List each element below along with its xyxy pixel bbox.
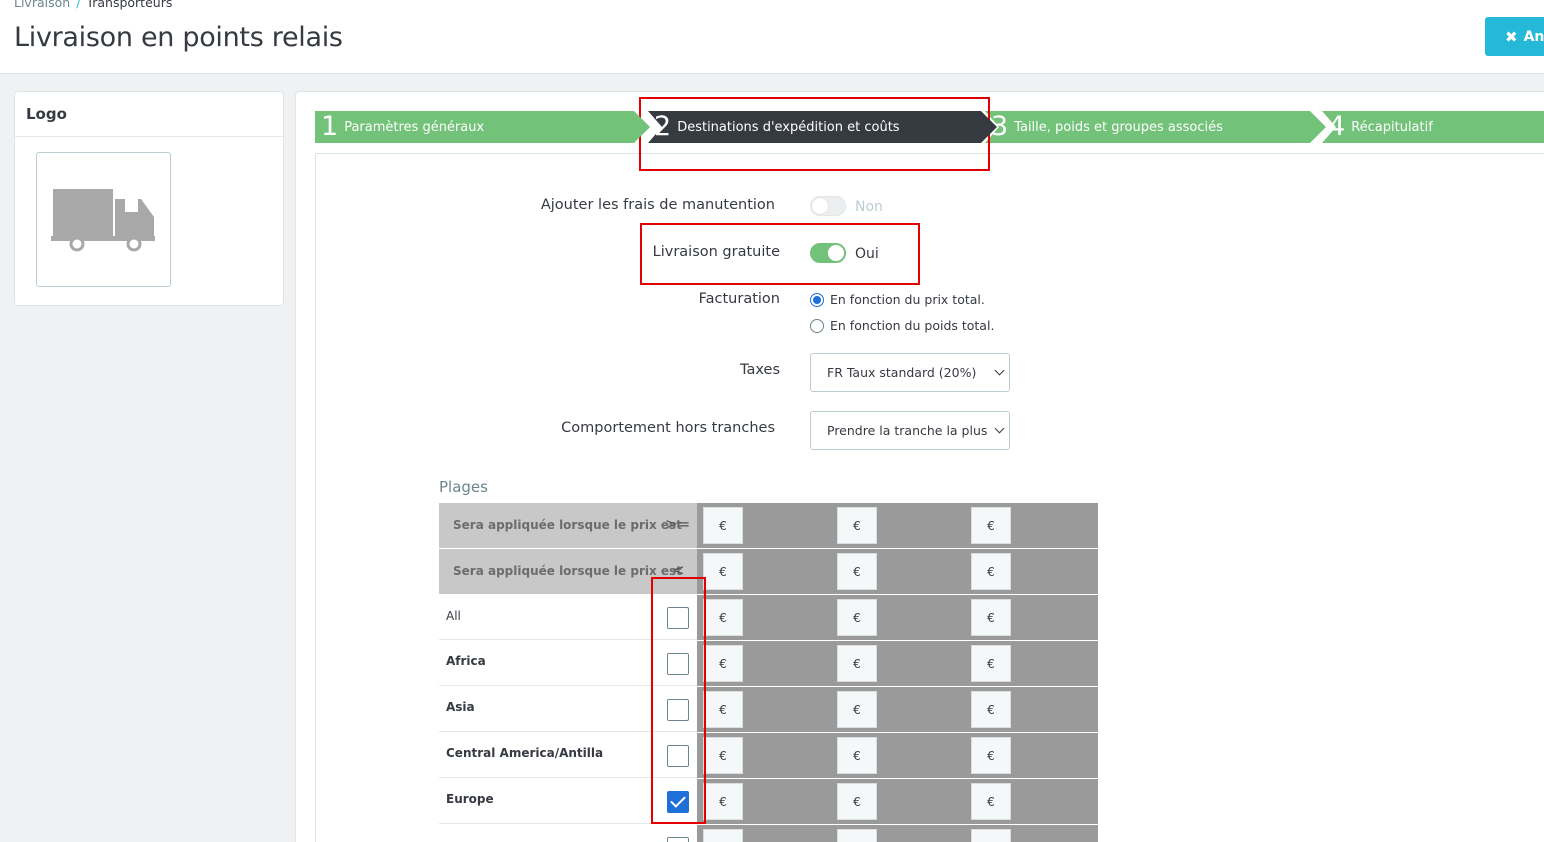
taxes-select-value: FR Taux standard (20%) xyxy=(827,365,977,380)
price-input[interactable] xyxy=(837,829,877,842)
price-input[interactable]: € xyxy=(703,553,743,590)
zone-row-all: All € € € xyxy=(439,595,1098,641)
page-header: Livraison / Transporteurs Livraison en poi… xyxy=(0,0,1544,74)
price-input[interactable]: € xyxy=(703,645,743,682)
range-values: € € € xyxy=(697,549,1098,594)
range-row-lt: Sera appliquée lorsque le prix est < € €… xyxy=(439,549,1098,595)
highlight-box-checkboxes xyxy=(651,577,706,824)
price-input[interactable]: € xyxy=(703,737,743,774)
price-input[interactable]: € xyxy=(703,783,743,820)
zone-checkbox[interactable] xyxy=(667,837,689,842)
price-input[interactable]: € xyxy=(837,645,877,682)
highlight-box-free-shipping xyxy=(640,223,920,285)
breadcrumb-current[interactable]: Transporteurs xyxy=(86,0,172,10)
cancel-button[interactable]: ✖ An xyxy=(1485,17,1544,56)
zone-label: Central America/Antilla xyxy=(446,746,604,760)
handling-value: Non xyxy=(855,199,883,215)
truck-icon xyxy=(51,189,155,252)
price-input[interactable]: € xyxy=(971,737,1011,774)
step-1[interactable]: 1 Paramètres généraux xyxy=(315,111,650,143)
price-input[interactable]: € xyxy=(837,507,877,544)
price-input[interactable]: € xyxy=(837,553,877,590)
price-input[interactable]: € xyxy=(837,783,877,820)
step-number: 1 xyxy=(321,111,339,142)
step-arrow xyxy=(1310,111,1326,143)
zone-label: Asia xyxy=(446,700,475,714)
price-input[interactable]: € xyxy=(837,737,877,774)
step-label: Paramètres généraux xyxy=(344,119,485,135)
price-input[interactable]: € xyxy=(837,691,877,728)
breadcrumb: Livraison / Transporteurs xyxy=(14,0,172,10)
taxes-label: Taxes xyxy=(740,362,780,378)
range-header-label: Sera appliquée lorsque le prix est xyxy=(453,564,682,578)
out-of-range-select[interactable]: Prendre la tranche la plus grande xyxy=(810,411,1010,450)
billing-weight-label[interactable]: En fonction du poids total. xyxy=(830,318,994,333)
step-arrow xyxy=(981,111,997,143)
handling-toggle[interactable] xyxy=(810,196,846,216)
range-values: € € € xyxy=(697,687,1098,732)
close-icon: ✖ xyxy=(1505,27,1518,46)
billing-price-label[interactable]: En fonction du prix total. xyxy=(830,292,985,307)
range-header-symbol: >= xyxy=(665,515,691,533)
taxes-select[interactable]: FR Taux standard (20%) xyxy=(810,353,1010,392)
price-input[interactable]: € xyxy=(703,507,743,544)
step-3[interactable]: 3 Taille, poids et groupes associés xyxy=(985,111,1326,143)
price-input[interactable]: € xyxy=(971,599,1011,636)
price-input[interactable]: € xyxy=(971,553,1011,590)
breadcrumb-parent[interactable]: Livraison xyxy=(14,0,70,10)
zone-label: Europe xyxy=(446,792,494,806)
cancel-button-label: An xyxy=(1523,28,1544,45)
zone-row-asia: Asia € € € xyxy=(439,687,1098,733)
range-header-cell: Sera appliquée lorsque le prix est >= xyxy=(439,503,697,548)
range-values: € € € xyxy=(697,733,1098,778)
zone-row-partial xyxy=(439,825,1098,842)
step-label: Récapitulatif xyxy=(1351,119,1433,135)
range-values xyxy=(697,825,1098,842)
range-values: € € € xyxy=(697,641,1098,686)
zone-row-africa: Africa € € € xyxy=(439,641,1098,687)
breadcrumb-separator: / xyxy=(76,0,81,10)
price-input[interactable]: € xyxy=(971,783,1011,820)
range-header-label: Sera appliquée lorsque le prix est xyxy=(453,518,682,532)
price-input[interactable] xyxy=(971,829,1011,842)
price-input[interactable]: € xyxy=(837,599,877,636)
logo-preview[interactable] xyxy=(36,152,171,287)
out-of-range-label: Comportement hors tranches xyxy=(561,420,775,436)
range-row-gte: Sera appliquée lorsque le prix est >= € … xyxy=(439,503,1098,549)
zone-cell xyxy=(439,825,697,842)
highlight-box-step2 xyxy=(639,97,990,171)
logo-panel-title: Logo xyxy=(15,92,283,137)
billing-weight-radio[interactable] xyxy=(810,319,824,333)
billing-label: Facturation xyxy=(698,291,780,307)
price-input[interactable]: € xyxy=(703,599,743,636)
logo-panel: Logo xyxy=(14,91,284,306)
ranges-title: Plages xyxy=(439,478,488,496)
zone-row-europe: Europe € € € xyxy=(439,779,1098,825)
zone-label: All xyxy=(446,609,461,623)
step-4[interactable]: 4 Récapitulatif xyxy=(1322,111,1544,143)
toggle-knob xyxy=(812,198,828,214)
handling-label: Ajouter les frais de manutention xyxy=(540,197,775,213)
price-input[interactable] xyxy=(703,829,743,842)
price-input[interactable]: € xyxy=(971,691,1011,728)
billing-price-radio[interactable] xyxy=(810,293,824,307)
price-input[interactable]: € xyxy=(971,507,1011,544)
range-values: € € € xyxy=(697,779,1098,824)
price-input[interactable]: € xyxy=(971,645,1011,682)
price-input[interactable]: € xyxy=(703,691,743,728)
zone-row-central-america: Central America/Antilla € € € xyxy=(439,733,1098,779)
range-values: € € € xyxy=(697,503,1098,548)
range-values: € € € xyxy=(697,595,1098,640)
step-label: Taille, poids et groupes associés xyxy=(1014,119,1223,135)
zone-label: Africa xyxy=(446,654,486,668)
ranges-table: Sera appliquée lorsque le prix est >= € … xyxy=(439,503,1098,842)
step-arrow xyxy=(634,111,650,143)
out-of-range-select-value: Prendre la tranche la plus grande xyxy=(827,423,1009,438)
page-title: Livraison en points relais xyxy=(14,22,343,53)
